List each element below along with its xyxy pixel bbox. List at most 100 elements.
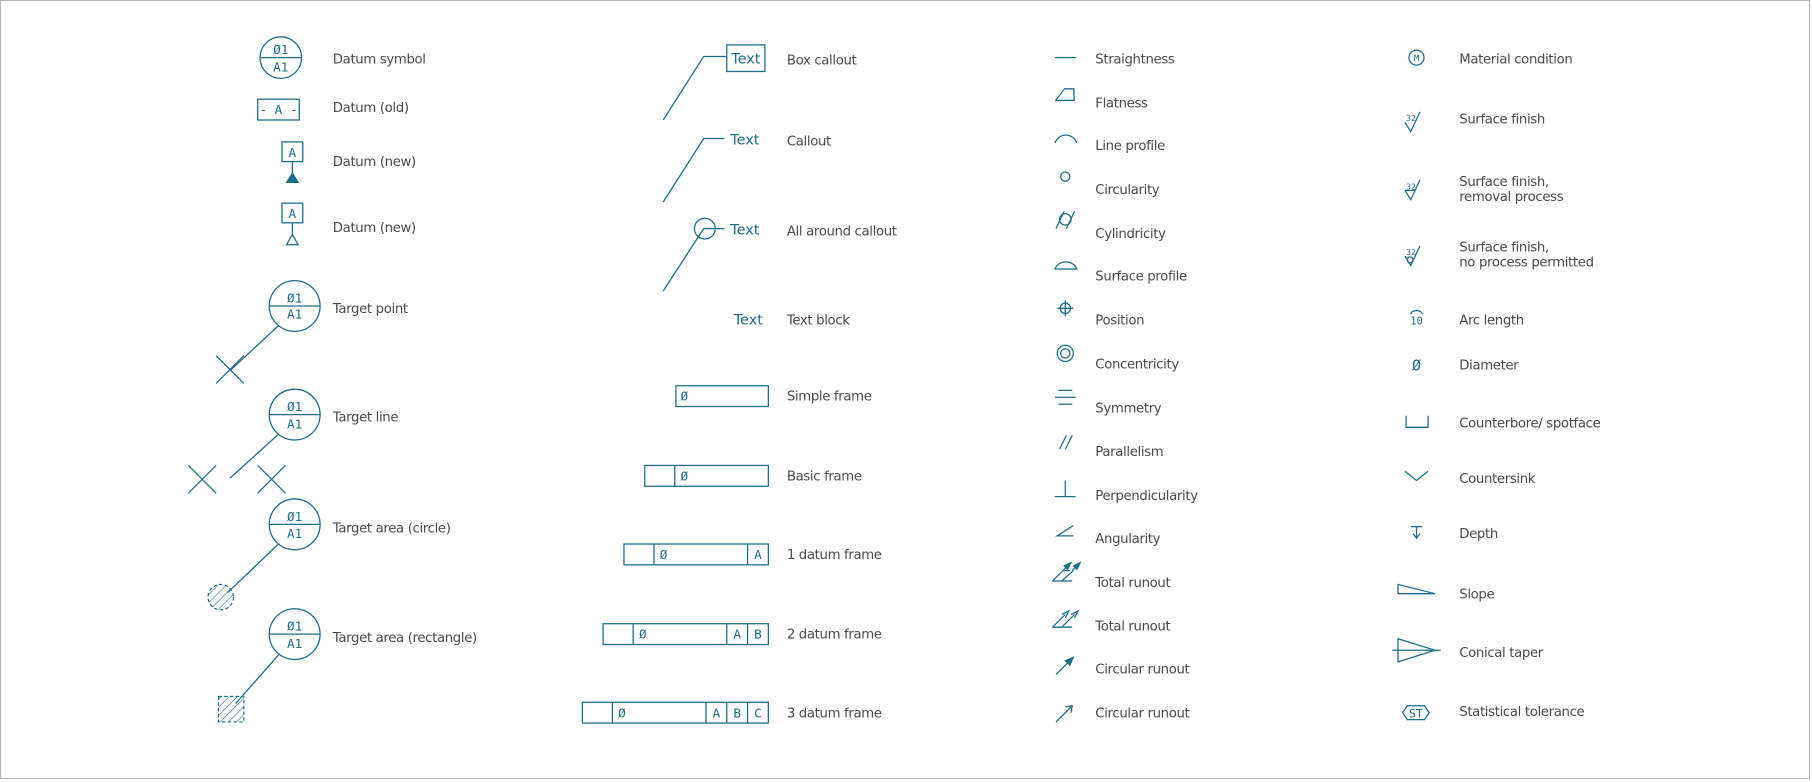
item-label-line2: no process permitted	[1459, 256, 1593, 271]
callout-icon: Text	[662, 132, 760, 203]
item-target-area-rectangle[interactable]: Ø1 A1 Target area (rectangle)	[217, 608, 477, 723]
item-label: All around callout	[787, 225, 897, 240]
item-position[interactable]: Position	[1057, 300, 1145, 328]
item-surface-finish-removal[interactable]: 32 Surface finish, removal process	[1404, 175, 1564, 205]
surface-finish-icon: 32	[1404, 111, 1421, 133]
callout-text: Text	[729, 222, 760, 238]
circularity-icon	[1060, 171, 1071, 182]
item-two-datum-frame[interactable]: Ø A B 2 datum frame	[602, 623, 882, 646]
angularity-icon	[1055, 524, 1074, 537]
statistical-text: ST	[1409, 706, 1423, 720]
item-total-runout-filled[interactable]: Total runout	[1052, 561, 1171, 591]
item-label: Basic frame	[787, 469, 862, 484]
datum-letter: A	[289, 206, 297, 221]
item-label: Circularity	[1095, 183, 1160, 198]
item-target-point[interactable]: Ø1 A1 Target point	[215, 279, 408, 384]
item-surface-finish-no-process[interactable]: 32 Surface finish, no process permitted	[1404, 241, 1594, 271]
datum-bottom-text: A1	[287, 307, 302, 322]
diagram-canvas: Ø1 A1 Datum symbol - A - Datum (old) A D…	[0, 0, 1810, 779]
frame-diameter: Ø	[681, 389, 689, 404]
item-counterbore[interactable]: Counterbore/ spotface	[1405, 415, 1601, 432]
item-material-condition[interactable]: M Material condition	[1408, 49, 1573, 67]
datum-top-text: Ø1	[287, 399, 302, 414]
frame-diameter: Ø	[639, 627, 647, 642]
item-datum-new-filled[interactable]: A Datum (new)	[281, 141, 416, 183]
item-arc-length[interactable]: 10 Arc length	[1410, 309, 1524, 329]
item-conical-taper[interactable]: Conical taper	[1392, 637, 1544, 663]
item-surface-profile[interactable]: Surface profile	[1053, 261, 1187, 285]
item-datum-new-open[interactable]: A Datum (new)	[281, 202, 416, 246]
item-circular-runout-filled[interactable]: Circular runout	[1055, 656, 1190, 677]
item-label: Countersink	[1459, 472, 1536, 487]
frame-datum-b: B	[733, 705, 741, 720]
frame-datum-a: A	[733, 627, 741, 642]
item-datum-symbol[interactable]: Ø1 A1 Datum symbol	[259, 36, 426, 80]
flatness-icon	[1054, 88, 1075, 101]
one-datum-frame-icon: Ø A	[623, 543, 769, 566]
item-symmetry[interactable]: Symmetry	[1054, 389, 1162, 416]
item-label: Target area (circle)	[332, 521, 451, 536]
item-label: Conical taper	[1459, 646, 1544, 661]
item-text-block[interactable]: Text Text block	[733, 312, 851, 328]
datum-top-text: Ø1	[273, 42, 288, 57]
total-runout-filled-icon	[1052, 561, 1082, 582]
all-around-callout-icon: Text	[662, 217, 760, 292]
datum-bottom-text: A1	[287, 636, 302, 651]
basic-frame-icon: Ø	[644, 464, 769, 487]
item-label: Target line	[332, 411, 399, 426]
item-circular-runout-open[interactable]: Circular runout	[1055, 704, 1190, 723]
target-area-circle-icon: Ø1 A1	[207, 498, 321, 611]
datum-top-text: Ø1	[287, 619, 302, 634]
gdt-symbol-sheet: Ø1 A1 Datum symbol - A - Datum (old) A D…	[187, 36, 1601, 724]
item-label: Simple frame	[787, 390, 872, 405]
datum-new-open-icon: A	[281, 202, 304, 246]
item-countersink[interactable]: Countersink	[1404, 470, 1536, 487]
item-straightness[interactable]: Straightness	[1054, 52, 1175, 67]
item-datum-old[interactable]: - A - Datum (old)	[257, 98, 409, 121]
item-label: Symmetry	[1095, 401, 1162, 416]
conical-taper-icon	[1392, 637, 1441, 663]
box-callout-icon: Text	[662, 44, 766, 121]
item-basic-frame[interactable]: Ø Basic frame	[644, 464, 862, 487]
item-three-datum-frame[interactable]: Ø A B C 3 datum frame	[581, 701, 882, 724]
diameter-icon: Ø	[1412, 357, 1421, 375]
item-depth[interactable]: Depth	[1410, 526, 1498, 543]
item-label: Total runout	[1094, 620, 1170, 635]
item-parallelism[interactable]: Parallelism	[1058, 435, 1164, 460]
item-callout[interactable]: Text Callout	[662, 132, 831, 203]
item-target-area-circle[interactable]: Ø1 A1 Target area (circle)	[207, 498, 451, 611]
item-label: Datum (new)	[333, 221, 416, 236]
item-slope[interactable]: Slope	[1397, 583, 1495, 602]
cylindricity-icon	[1055, 211, 1076, 229]
item-concentricity[interactable]: Concentricity	[1056, 344, 1180, 372]
datum-old-icon: - A -	[257, 98, 300, 121]
item-label: Text block	[786, 313, 850, 328]
frame-datum-a: A	[754, 547, 762, 562]
finish-value: 32	[1406, 181, 1416, 191]
frame-diameter: Ø	[660, 547, 668, 562]
item-angularity[interactable]: Angularity	[1055, 524, 1161, 547]
item-target-line[interactable]: Ø1 A1 Target line	[187, 388, 399, 494]
item-one-datum-frame[interactable]: Ø A 1 datum frame	[623, 543, 882, 566]
item-perpendicularity[interactable]: Perpendicularity	[1054, 480, 1199, 504]
three-datum-frame-icon: Ø A B C	[581, 701, 769, 724]
text-block-icon: Text	[733, 312, 764, 328]
item-all-around-callout[interactable]: Text All around callout	[662, 217, 897, 292]
item-flatness[interactable]: Flatness	[1054, 88, 1148, 111]
item-label: Statistical tolerance	[1459, 705, 1584, 720]
item-surface-finish[interactable]: 32 Surface finish	[1404, 111, 1545, 133]
item-circularity[interactable]: Circularity	[1060, 171, 1160, 198]
statistical-tolerance-icon: ST	[1401, 705, 1430, 720]
target-point-icon: Ø1 A1	[215, 279, 321, 384]
item-line-profile[interactable]: Line profile	[1054, 134, 1165, 154]
item-total-runout-open[interactable]: Total runout	[1052, 609, 1171, 635]
item-simple-frame[interactable]: Ø Simple frame	[675, 385, 872, 408]
item-diameter[interactable]: Ø Diameter	[1412, 357, 1520, 375]
item-statistical-tolerance[interactable]: ST Statistical tolerance	[1401, 705, 1585, 720]
item-label: Angularity	[1095, 532, 1160, 547]
item-label: Surface finish,	[1459, 241, 1549, 256]
item-box-callout[interactable]: Text Box callout	[662, 44, 857, 121]
datum-letter: A	[289, 145, 297, 160]
circular-runout-open-icon	[1055, 704, 1073, 723]
item-cylindricity[interactable]: Cylindricity	[1055, 211, 1166, 242]
